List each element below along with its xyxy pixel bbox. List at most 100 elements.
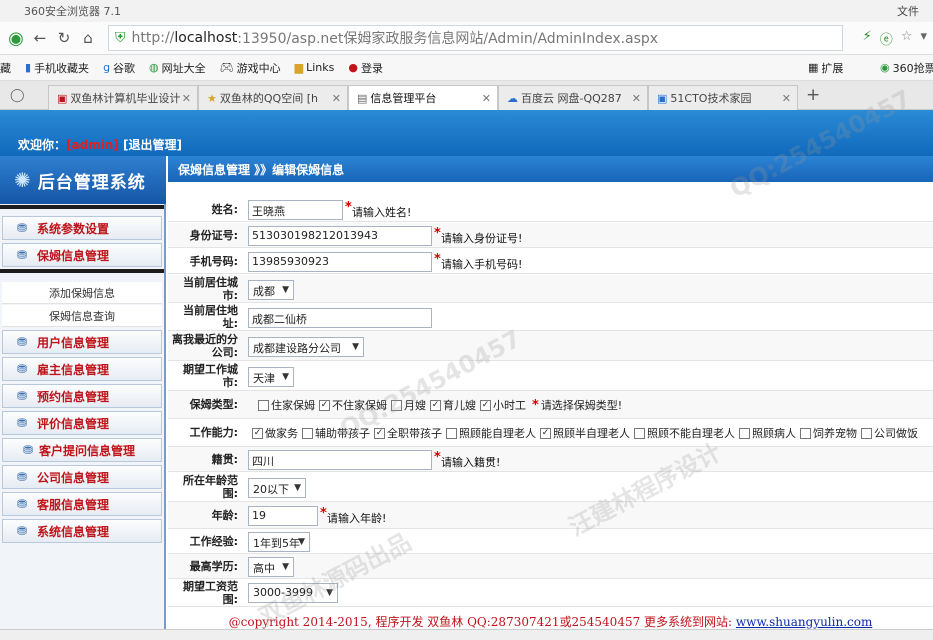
file-menu[interactable]: 文件 [897, 3, 919, 19]
type-checkbox[interactable]: 月嫂 [391, 397, 426, 413]
ability-checkbox[interactable]: 公司做饭 [861, 425, 918, 441]
sidebar-menu-review[interactable]: ⛃ 评价信息管理 [2, 411, 162, 435]
work-city-select[interactable]: 天津 ▼ [248, 367, 294, 387]
ability-checkbox[interactable]: ✓ 照顾半自理老人 [540, 425, 630, 441]
field-label: 籍贯: [211, 452, 238, 466]
ability-checkbox[interactable]: 照顾能自理老人 [446, 425, 536, 441]
type-checkbox[interactable]: ✓ 育儿嫂 [430, 397, 476, 413]
browser-tab[interactable]: ▣ 51CTO技术家园 ✕ [648, 85, 798, 110]
menu-icon: ⛃ [17, 248, 28, 262]
checkbox-box: ✓ [540, 427, 551, 439]
speed-icon[interactable]: ⚡ [863, 29, 872, 48]
checkbox-box [446, 427, 457, 439]
tab-favicon-icon: ▣ [657, 91, 668, 105]
ability-checkbox[interactable]: 辅助带孩子 [302, 425, 370, 441]
age-range-select[interactable]: 20以下 ▼ [248, 478, 306, 498]
browser-tab-active[interactable]: ▤ 信息管理平台 ✕ [348, 85, 498, 110]
footer-link[interactable]: www.shuangyulin.com [736, 615, 872, 629]
footer-text: @copyright 2014-2015, 程序开发 双鱼林 QQ:287307… [228, 615, 736, 629]
branch-select[interactable]: 成都建设路分公司 ▼ [248, 337, 364, 357]
required-mark: * [345, 200, 352, 215]
bookmark-item[interactable]: ▮ 手机收藏夹 [25, 60, 89, 76]
phone-input[interactable]: 13985930923 [248, 252, 432, 272]
sidebar-sub-add-nanny[interactable]: 添加保姆信息 [2, 282, 162, 304]
browser-tab[interactable]: ★ 双鱼林的QQ空间 [h ✕ [198, 85, 348, 110]
chevron-down-icon: ▼ [326, 588, 333, 598]
ability-checkbox[interactable]: ✓ 全职带孩子 [374, 425, 442, 441]
education-select[interactable]: 高中 ▼ [248, 557, 294, 577]
browser-tab[interactable]: ▣ 双鱼林计算机毕业设计 ✕ [48, 85, 198, 110]
form-row-education: 最高学历: 高中 ▼ [168, 554, 933, 579]
native-input[interactable]: 四川 [248, 450, 432, 470]
logout-link[interactable]: [退出管理] [123, 138, 182, 152]
field-label: 手机号码: [189, 254, 238, 268]
nav-extra-icons: ⚡ ⓔ ☆ ▾ [863, 29, 927, 48]
form-row-age-range: 所在年龄范围: 20以下 ▼ [168, 472, 933, 502]
city-select[interactable]: 成都 ▼ [248, 280, 294, 300]
sidebar-menu-service[interactable]: ⛃ 客服信息管理 [2, 492, 162, 516]
type-checkbox[interactable]: 住家保姆 [258, 397, 315, 413]
browser-titlebar: 360安全浏览器 7.1 文件 [0, 0, 933, 22]
address-bar[interactable]: ⛨ http://localhost:13950/asp.net保姆家政服务信息… [108, 25, 843, 51]
ability-checkbox[interactable]: 饲养宠物 [800, 425, 857, 441]
star-icon[interactable]: ☆ [901, 29, 913, 48]
browser-tab[interactable]: ☁ 百度云 网盘-QQ287 ✕ [498, 85, 648, 110]
bookmark-item[interactable]: 🎮︎ 游戏中心 [220, 60, 281, 76]
divider [0, 269, 164, 273]
sidebar-menu-system-params[interactable]: ⛃ 系统参数设置 [2, 216, 162, 240]
compat-icon[interactable]: ⓔ [880, 29, 893, 48]
bookmark-item[interactable]: ● 登录 [348, 60, 383, 76]
field-label: 当前居住地址: [183, 303, 238, 330]
bookmark-item[interactable]: 藏 [0, 60, 11, 76]
sidebar-menu-user[interactable]: ⛃ 用户信息管理 [2, 330, 162, 354]
refresh-icon[interactable]: ↻ [52, 29, 76, 47]
field-tip: 请输入籍贯! [441, 456, 501, 469]
age-input[interactable]: 19 [248, 506, 318, 526]
salary-select[interactable]: 3000-3999 ▼ [248, 583, 338, 603]
sidebar-sub-query-nanny[interactable]: 保姆信息查询 [2, 305, 162, 327]
type-checkbox-group: 住家保姆 ✓ 不住家保姆 月嫂 ✓ 育儿嫂 ✓ 小时工 * 请选择保姆类型! [258, 397, 622, 413]
bookmark-item[interactable]: g 谷歌 [103, 60, 135, 76]
home-icon[interactable]: ⌂ [76, 29, 100, 47]
form-row-experience: 工作经验: 1年到5年 ▼ [168, 529, 933, 554]
dropdown-icon[interactable]: ▾ [920, 29, 927, 48]
name-input[interactable]: 王晓燕 [248, 200, 343, 220]
checkbox-box: ✓ [319, 399, 330, 411]
chevron-down-icon: ▼ [282, 285, 289, 295]
page-footer: @copyright 2014-2015, 程序开发 双鱼林 QQ:287307… [168, 613, 933, 629]
back-icon[interactable]: ← [28, 29, 52, 47]
sidebar-menu-employer[interactable]: ⛃ 雇主信息管理 [2, 357, 162, 381]
extensions-button[interactable]: ▦ 扩展 [808, 60, 843, 76]
idcard-input[interactable]: 513030198212013943 [248, 226, 432, 246]
field-label: 当前居住城市: [183, 275, 238, 302]
undo-close-icon[interactable]: ◯ [10, 88, 25, 103]
type-checkbox[interactable]: ✓ 不住家保姆 [319, 397, 387, 413]
tab-favicon-icon: ▣ [57, 91, 68, 105]
sidebar-menu-company[interactable]: ⛃ 公司信息管理 [2, 465, 162, 489]
field-label: 最高学历: [189, 559, 238, 573]
sidebar-menu-nanny[interactable]: ⛃ 保姆信息管理 [2, 243, 162, 267]
ability-checkbox[interactable]: 照顾病人 [739, 425, 796, 441]
ability-checkbox[interactable]: 照顾不能自理老人 [634, 425, 735, 441]
checkbox-box: ✓ [374, 427, 385, 439]
sidebar-menu-question[interactable]: ⛃ 客户提问信息管理 [2, 438, 162, 462]
address-input[interactable]: 成都二仙桥 [248, 308, 432, 328]
tab-favicon-icon: ☁ [507, 91, 518, 105]
ability-checkbox[interactable]: ✓ 做家务 [252, 425, 298, 441]
chevron-down-icon: ▼ [298, 537, 305, 547]
field-label: 年龄: [211, 508, 238, 522]
form-row-ability: 工作能力: ✓ 做家务 辅助带孩子 ✓ 全职带孩子 照顾能自理老人 ✓ 照顾半自理老人… [168, 419, 933, 447]
type-checkbox[interactable]: ✓ 小时工 [480, 397, 526, 413]
required-mark: * [434, 226, 441, 241]
bookmark-item[interactable]: ◍ 网址大全 [149, 60, 206, 76]
field-label: 姓名: [211, 202, 238, 216]
experience-select[interactable]: 1年到5年 ▼ [248, 532, 310, 552]
bookmarks-bar: 藏 ▮ 手机收藏夹 g 谷歌 ◍ 网址大全 🎮︎ 游戏中心 ▆ Links ● 登录 ▦ 扩展… [0, 55, 933, 81]
form-row-age: 年龄: 19 * 请输入年龄! [168, 502, 933, 529]
bookmark-item[interactable]: ◉ 360抢票 [880, 60, 933, 76]
tab-close-icon: ✕ [181, 91, 191, 105]
bookmark-item[interactable]: ▆ Links [295, 61, 335, 74]
new-tab-button[interactable]: + [806, 85, 820, 105]
sidebar-menu-system[interactable]: ⛃ 系统信息管理 [2, 519, 162, 543]
sidebar-menu-booking[interactable]: ⛃ 预约信息管理 [2, 384, 162, 408]
